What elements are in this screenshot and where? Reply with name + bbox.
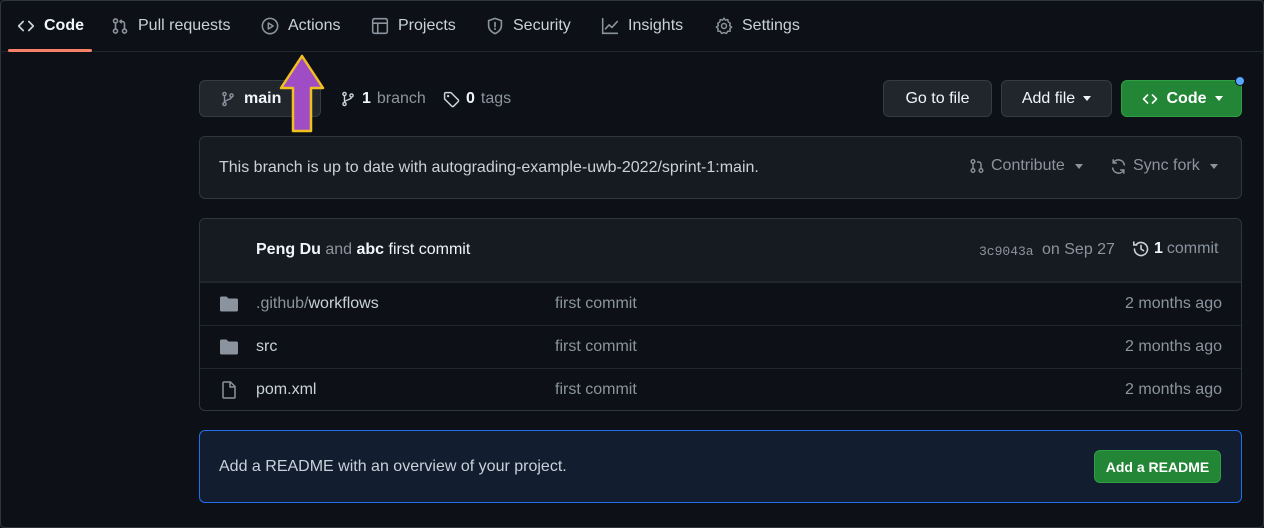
code-icon [1142, 93, 1157, 104]
commit-and: and [325, 241, 353, 258]
add-file-label: Add file [1021, 89, 1076, 107]
chevron-down-icon [1209, 163, 1218, 169]
file-commit-message[interactable]: first commit [555, 338, 637, 356]
tab-projects[interactable]: Projects [371, 0, 456, 52]
tab-pull-requests[interactable]: Pull requests [111, 0, 231, 52]
tag-count: 0 [466, 90, 475, 107]
git-branch-icon [342, 91, 354, 107]
file-age: 2 months ago [1125, 295, 1222, 312]
tab-settings[interactable]: Settings [715, 0, 800, 52]
add-readme-button[interactable]: Add a README [1094, 450, 1221, 483]
tab-label: Insights [628, 17, 684, 34]
gear-icon [715, 17, 733, 35]
chevron-down-icon [1214, 96, 1223, 101]
sync-icon [1111, 158, 1126, 174]
branch-status-text: This branch is up to date with autogradi… [219, 159, 759, 176]
commit-history-link[interactable]: 1 commit [1132, 240, 1218, 258]
commit-count: 1 [1154, 240, 1163, 257]
tags-link[interactable]: 0 tags [443, 86, 511, 112]
tab-insights[interactable]: Insights [601, 0, 683, 52]
tab-label: Settings [742, 17, 800, 34]
shield-icon [487, 17, 503, 35]
commit-coauthor[interactable]: abc [357, 241, 385, 258]
pull-request-icon [970, 159, 984, 173]
file-name: src [256, 338, 278, 355]
branch-word: branch [376, 90, 426, 107]
tab-label: Code [44, 17, 84, 34]
repo-tab-nav: Code Pull requests Actions Projects Secu… [0, 0, 1264, 52]
current-branch-label: main [244, 89, 282, 107]
tag-word: tags [480, 90, 512, 107]
commit-word: commit [1166, 240, 1219, 257]
go-to-file-label: Go to file [905, 89, 970, 107]
code-button-label: Code [1166, 89, 1207, 107]
tab-actions[interactable]: Actions [261, 0, 340, 52]
branches-link[interactable]: 1 branch [340, 86, 426, 112]
latest-commit-bar: Peng Du and abc first commit 3c9043a on … [200, 219, 1241, 282]
tab-label: Pull requests [138, 17, 231, 34]
play-icon [261, 17, 279, 35]
table-icon [371, 17, 389, 35]
selected-tab-indicator [8, 49, 92, 52]
commit-date: on Sep 27 [1042, 241, 1115, 258]
chevron-down-icon [1083, 96, 1092, 101]
sync-fork-label: Sync fork [1133, 157, 1200, 174]
file-name-link[interactable]: pom.xml [256, 381, 316, 399]
commit-message-link[interactable]: first commit [389, 241, 471, 258]
contribute-dropdown[interactable]: Contribute [969, 157, 1083, 175]
folder-icon [220, 339, 238, 355]
folder-icon [220, 296, 238, 312]
table-row: src first commit 2 months ago [200, 325, 1241, 368]
file-age: 2 months ago [1125, 338, 1222, 355]
file-name-link[interactable]: .github/workflows [256, 295, 379, 313]
add-readme-banner: Add a README with an overview of your pr… [199, 430, 1242, 503]
latest-commit-message: Peng Du and abc first commit [256, 241, 470, 259]
tab-security[interactable]: Security [486, 0, 571, 52]
table-row: pom.xml first commit 2 months ago [200, 368, 1241, 411]
annotation-arrow-up-icon [279, 54, 325, 133]
code-icon [17, 20, 35, 32]
file-icon [222, 381, 236, 399]
tab-code[interactable]: Code [17, 0, 84, 52]
file-name: workflows [308, 295, 379, 312]
tab-label: Projects [398, 17, 456, 34]
commit-sha[interactable]: 3c9043a [979, 244, 1034, 259]
tab-label: Actions [288, 17, 341, 34]
notification-dot [1235, 76, 1245, 86]
file-name: pom.xml [256, 381, 317, 398]
readme-prompt-text: Add a README with an overview of your pr… [219, 458, 567, 475]
file-commit-message[interactable]: first commit [555, 381, 637, 399]
chevron-down-icon [1074, 163, 1083, 169]
file-age: 2 months ago [1125, 381, 1222, 398]
file-name-prefix: .github/ [256, 295, 309, 312]
tag-icon [443, 91, 460, 107]
sync-fork-dropdown[interactable]: Sync fork [1110, 157, 1218, 175]
commit-author[interactable]: Peng Du [256, 241, 321, 258]
code-button[interactable]: Code [1121, 80, 1242, 117]
branch-count: 1 [362, 90, 371, 107]
file-name-link[interactable]: src [256, 338, 277, 356]
go-to-file-button[interactable]: Go to file [883, 80, 992, 117]
add-file-button[interactable]: Add file [1001, 80, 1112, 117]
table-row: .github/workflows first commit 2 months … [200, 282, 1241, 325]
pull-request-icon [112, 18, 128, 34]
file-commit-message[interactable]: first commit [555, 295, 637, 313]
contribute-label: Contribute [991, 157, 1065, 174]
file-table: Peng Du and abc first commit 3c9043a on … [199, 218, 1242, 411]
graph-icon [601, 17, 619, 35]
branch-status-box: This branch is up to date with autogradi… [199, 136, 1242, 199]
history-icon [1133, 241, 1149, 257]
git-branch-icon [222, 91, 234, 106]
tab-label: Security [513, 17, 571, 34]
add-readme-label: Add a README [1105, 458, 1210, 475]
